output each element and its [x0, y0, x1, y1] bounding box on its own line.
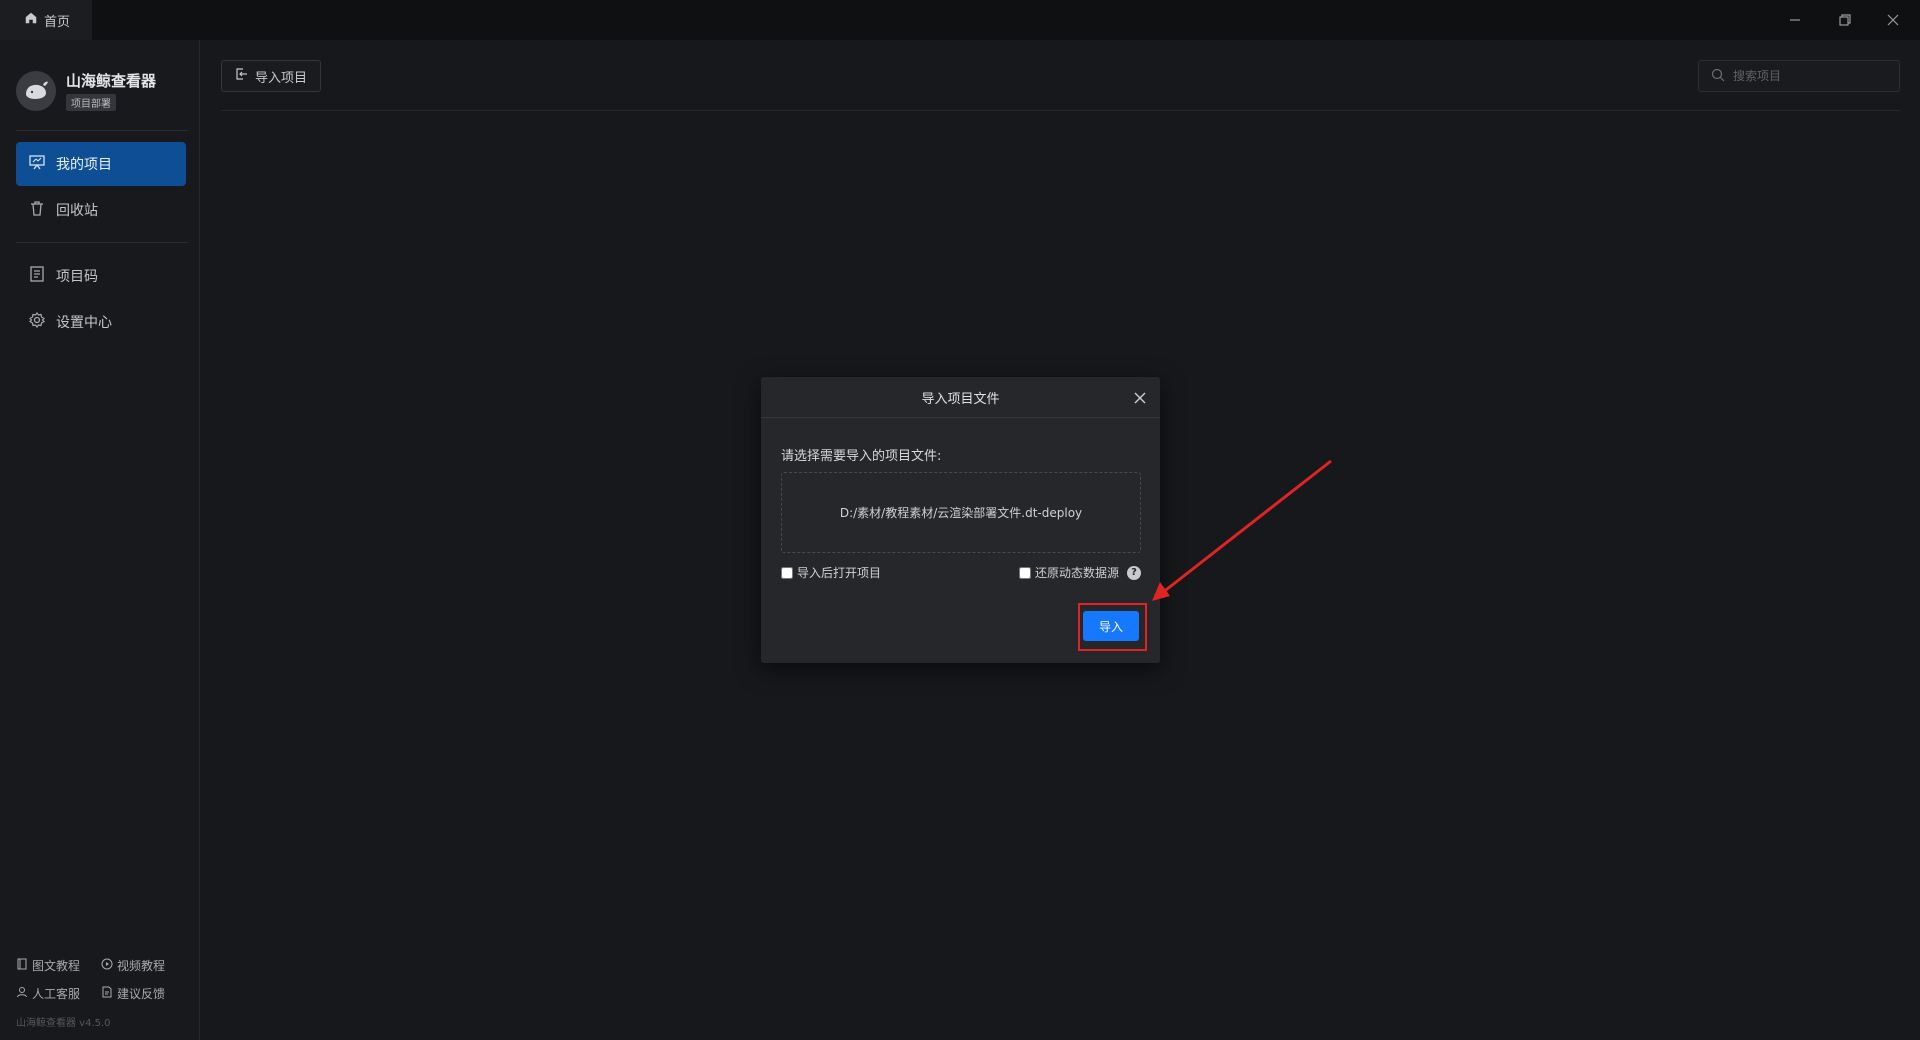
brand: 山海鲸查看器 项目部署 [16, 70, 156, 111]
user-icon [16, 986, 28, 1001]
dialog-title: 导入项目文件 [921, 391, 1000, 407]
minimize-icon [1790, 19, 1800, 21]
sidebar: 山海鲸查看器 项目部署 我的项目 回收站 项目码 设置中心 图文教程 视频教程 … [0, 40, 200, 1040]
footer-link-customer-service[interactable]: 人工客服 [16, 985, 80, 1002]
brand-tag: 项目部署 [66, 94, 116, 111]
open-after-import-option[interactable]: 导入后打开项目 [781, 564, 881, 581]
book-icon [16, 958, 28, 973]
whale-logo-icon [16, 70, 56, 111]
sidebar-item-settings[interactable]: 设置中心 [16, 300, 186, 344]
annotation-highlight-box [1078, 603, 1147, 651]
play-icon [101, 958, 113, 973]
help-icon[interactable]: ? [1127, 565, 1142, 580]
search-input[interactable] [1733, 69, 1893, 83]
footer-link-graphic-tutorial[interactable]: 图文教程 [16, 957, 80, 974]
sidebar-item-label: 项目码 [56, 269, 98, 285]
footer-link-video-tutorial[interactable]: 视频教程 [101, 957, 165, 974]
sidebar-item-my-projects[interactable]: 我的项目 [16, 142, 186, 186]
divider [16, 242, 188, 243]
title-bar: 首页 [0, 0, 1920, 40]
import-project-label: 导入项目 [254, 70, 307, 86]
minimize-button[interactable] [1768, 0, 1822, 40]
feedback-icon [101, 986, 113, 1001]
footer-link-label: 视频教程 [117, 959, 166, 973]
open-after-import-checkbox[interactable] [781, 566, 793, 579]
dialog-close-button[interactable] [1130, 388, 1150, 408]
file-drop-zone[interactable]: D:/素材/教程素材/云渲染部署文件.dt-deploy [781, 472, 1141, 553]
checkbox-label: 还原动态数据源 [1035, 566, 1120, 580]
home-icon [24, 11, 38, 29]
tab-home[interactable]: 首页 [0, 0, 92, 40]
dialog-header: 导入项目文件 [761, 377, 1160, 418]
footer-link-label: 人工客服 [32, 987, 81, 1001]
sidebar-item-label: 设置中心 [56, 315, 112, 331]
tab-home-label: 首页 [44, 14, 71, 30]
close-window-button[interactable] [1866, 0, 1920, 40]
sidebar-item-label: 回收站 [56, 203, 98, 219]
dialog-prompt: 请选择需要导入的项目文件: [781, 449, 942, 464]
search-box[interactable] [1698, 60, 1900, 92]
close-icon [1887, 14, 1899, 26]
checkbox-label: 导入后打开项目 [797, 566, 882, 580]
restore-data-source-checkbox[interactable] [1019, 566, 1031, 579]
import-icon [235, 67, 249, 85]
brand-name: 山海鲸查看器 [66, 72, 157, 90]
search-icon [1711, 67, 1725, 86]
footer-link-label: 图文教程 [32, 959, 81, 973]
restore-icon [1839, 14, 1851, 26]
restore-button[interactable] [1818, 0, 1872, 40]
footer-link-label: 建议反馈 [117, 987, 166, 1001]
restore-data-source-option[interactable]: 还原动态数据源 ? [1019, 564, 1142, 581]
close-icon [1134, 392, 1146, 404]
divider [16, 130, 188, 131]
presentation-icon [28, 153, 46, 175]
file-path: D:/素材/教程素材/云渲染部署文件.dt-deploy [839, 506, 1083, 520]
sidebar-item-label: 我的项目 [56, 157, 112, 173]
document-icon [28, 265, 46, 287]
sidebar-item-project-code[interactable]: 项目码 [16, 254, 186, 298]
app-window: 首页 山海鲸查看器 项目部署 我的项目 回收站 项目码 设置中心 图文教程 视频… [0, 0, 1920, 1040]
divider [221, 110, 1900, 111]
import-project-button[interactable]: 导入项目 [221, 60, 321, 92]
footer-link-feedback[interactable]: 建议反馈 [101, 985, 165, 1002]
sidebar-item-recycle-bin[interactable]: 回收站 [16, 188, 186, 232]
version-label: 山海鲸查看器 v4.5.0 [16, 1018, 111, 1029]
trash-icon [28, 199, 46, 221]
gear-icon [28, 311, 46, 333]
